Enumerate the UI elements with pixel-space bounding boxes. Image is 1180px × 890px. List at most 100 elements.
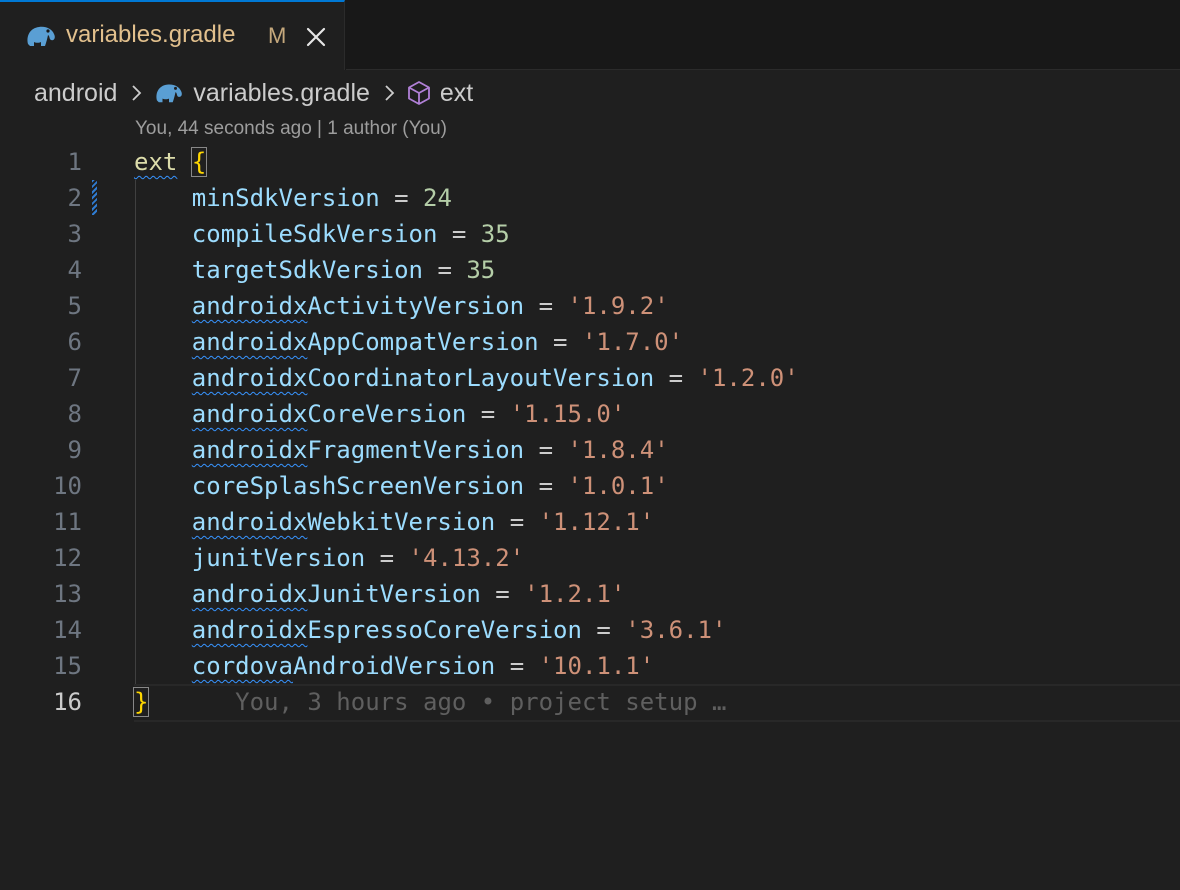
gradle-elephant-icon xyxy=(27,26,55,46)
line-number: 16 xyxy=(53,688,82,716)
close-icon[interactable] xyxy=(303,24,329,50)
code-variable: junitVersion xyxy=(191,544,366,572)
code-operator: = xyxy=(553,328,568,356)
line-content: androidxCoreVersion = '1.15.0' xyxy=(134,396,626,432)
code-operator: = xyxy=(509,508,525,536)
code-variable: androidxActivityVersion xyxy=(191,292,525,320)
code-line: 11 androidxWebkitVersion = '1.12.1' xyxy=(0,504,1180,540)
line-number: 8 xyxy=(67,400,82,428)
code-line: 3 compileSdkVersion = 35 xyxy=(0,216,1180,252)
line-content: androidxAppCompatVersion = '1.7.0' xyxy=(134,324,683,360)
line-content: coreSplashScreenVersion = '1.0.1' xyxy=(134,468,669,504)
code-value: '3.6.1' xyxy=(625,616,727,644)
spell-check-squiggle: androidx xyxy=(191,436,308,464)
line-number: 7 xyxy=(67,364,82,392)
code-value: '1.15.0' xyxy=(509,400,626,428)
line-content: androidxWebkitVersion = '1.12.1' xyxy=(134,504,654,540)
line-number: 12 xyxy=(53,544,82,572)
code-variable: androidxWebkitVersion xyxy=(191,508,496,536)
code-operator: = xyxy=(509,652,525,680)
code-line: 14 androidxEspressoCoreVersion = '3.6.1' xyxy=(0,612,1180,648)
line-number: 10 xyxy=(53,472,82,500)
code-variable: androidxCoordinatorLayoutVersion xyxy=(191,364,655,392)
code-line: 16 } You, 3 hours ago • project setup … xyxy=(0,684,1180,720)
code-keyword: ext xyxy=(134,148,178,176)
code-value: 35 xyxy=(466,256,496,284)
line-number: 3 xyxy=(67,220,82,248)
code-operator: = xyxy=(437,256,452,284)
code-value: 24 xyxy=(423,184,452,212)
spell-check-squiggle: androidx xyxy=(191,508,308,536)
tab-label: variables.gradle xyxy=(66,21,236,48)
spell-check-squiggle: androidx xyxy=(191,328,308,356)
line-number: 2 xyxy=(67,184,82,212)
line-content: cordovaAndroidVersion = '10.1.1' xyxy=(134,648,654,684)
code-value: '1.0.1' xyxy=(567,472,669,500)
breadcrumb-file[interactable]: variables.gradle xyxy=(153,79,370,108)
code-value: '1.2.1' xyxy=(524,580,626,608)
chevron-right-icon xyxy=(385,85,395,101)
code-operator: = xyxy=(596,616,611,644)
line-number: 13 xyxy=(53,580,82,608)
code-line: 15 cordovaAndroidVersion = '10.1.1' xyxy=(0,648,1180,684)
line-content: androidxActivityVersion = '1.9.2' xyxy=(134,288,669,324)
code-variable: minSdkVersion xyxy=(191,184,380,212)
tab-variables-gradle[interactable]: variables.gradle M xyxy=(0,0,345,70)
code-line: 5 androidxActivityVersion = '1.9.2' xyxy=(0,288,1180,324)
code-line: 9 androidxFragmentVersion = '1.8.4' xyxy=(0,432,1180,468)
line-content: androidxEspressoCoreVersion = '3.6.1' xyxy=(134,612,727,648)
modified-badge: M xyxy=(268,23,287,48)
code-operator: = xyxy=(495,580,510,608)
line-number: 5 xyxy=(67,292,82,320)
line-content: targetSdkVersion = 35 xyxy=(134,252,495,288)
code-variable: androidxAppCompatVersion xyxy=(191,328,539,356)
chevron-right-icon xyxy=(132,85,142,101)
code-value: '1.12.1' xyxy=(538,508,655,536)
code-line: 6 androidxAppCompatVersion = '1.7.0' xyxy=(0,324,1180,360)
code-line: 13 androidxJunitVersion = '1.2.1' xyxy=(0,576,1180,612)
breadcrumb: android variables.gradle ext xyxy=(34,74,473,112)
cube-icon xyxy=(408,81,430,105)
code-open-brace: { xyxy=(190,147,208,177)
code-value: '1.8.4' xyxy=(567,436,669,464)
line-content: } You, 3 hours ago • project setup … xyxy=(132,684,726,720)
code-operator: = xyxy=(451,220,467,248)
code-variable: compileSdkVersion xyxy=(191,220,438,248)
breadcrumb-symbol[interactable]: ext xyxy=(406,79,473,108)
code-operator: = xyxy=(538,436,554,464)
code-variable: androidxJunitVersion xyxy=(191,580,481,608)
spell-check-squiggle: androidx xyxy=(191,580,308,608)
code-value: '10.1.1' xyxy=(538,652,655,680)
code-value: '4.13.2' xyxy=(408,544,525,572)
spell-check-squiggle: androidx xyxy=(191,400,308,428)
code-value: '1.9.2' xyxy=(567,292,669,320)
line-content: androidxCoordinatorLayoutVersion = '1.2.… xyxy=(134,360,799,396)
code-operator: = xyxy=(480,400,496,428)
line-number: 6 xyxy=(67,328,82,356)
code-variable: androidxCoreVersion xyxy=(191,400,467,428)
spell-check-squiggle: androidx xyxy=(191,364,308,392)
code-line: 7 androidxCoordinatorLayoutVersion = '1.… xyxy=(0,360,1180,396)
spell-check-squiggle: androidx xyxy=(191,292,308,320)
line-number: 4 xyxy=(67,256,82,284)
line-content: junitVersion = '4.13.2' xyxy=(134,540,524,576)
line-content: androidxJunitVersion = '1.2.1' xyxy=(134,576,626,612)
line-number: 14 xyxy=(53,616,82,644)
code-line: 1 ext { xyxy=(0,144,1180,180)
code-line: 8 androidxCoreVersion = '1.15.0' xyxy=(0,396,1180,432)
blame-code-lens[interactable]: You, 44 seconds ago | 1 author (You) xyxy=(135,118,447,140)
code-editor[interactable]: 1 ext {2 minSdkVersion = 24 3 compileSdkVe… xyxy=(0,144,1180,890)
code-value: '1.2.0' xyxy=(697,364,799,392)
code-line: 2 minSdkVersion = 24 xyxy=(0,180,1180,216)
code-close-brace: } xyxy=(132,687,150,717)
line-content: compileSdkVersion = 35 xyxy=(134,216,510,252)
code-variable: coreSplashScreenVersion xyxy=(191,472,525,500)
breadcrumb-symbol-label: ext xyxy=(439,78,474,107)
breadcrumb-folder[interactable]: android xyxy=(34,79,117,108)
code-operator: = xyxy=(394,184,409,212)
line-number: 15 xyxy=(53,652,82,680)
line-number: 11 xyxy=(53,508,82,536)
line-number: 9 xyxy=(67,436,82,464)
line-number: 1 xyxy=(67,148,82,176)
spell-check-squiggle: cordova xyxy=(191,652,293,680)
